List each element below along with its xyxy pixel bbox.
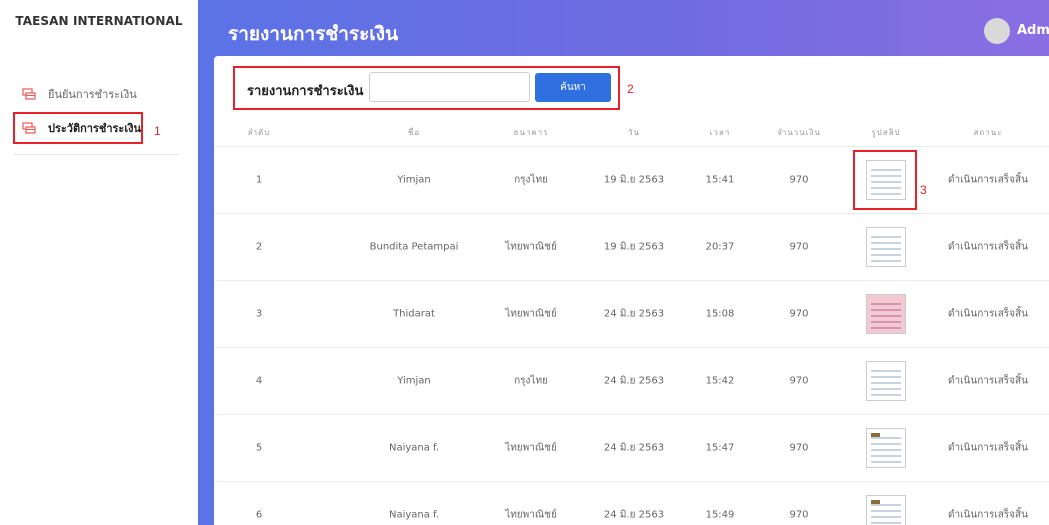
row-divider [214,280,1049,281]
cell-amount: 970 [789,308,809,320]
column-header-amount: จำนวนเงิน [777,128,821,137]
row-divider [214,146,1049,147]
row-divider [214,347,1049,348]
cell-bank: ไทยพาณิชย์ [505,308,557,320]
slip-thumbnail[interactable] [866,495,906,525]
cell-date: 24 มิ.ย 2563 [603,509,665,521]
cell-no: 3 [255,308,263,320]
cell-no: 5 [255,442,263,454]
annotation-number-3: 3 [920,183,927,197]
cell-status: ดำเนินการเสร็จสิ้น [948,442,1028,454]
cell-status: ดำเนินการเสร็จสิ้น [948,241,1028,253]
sidebar: TAESAN INTERNATIONAL ยืนยันการชำระเงิน ป… [0,0,198,525]
avatar[interactable] [984,18,1010,44]
slip-thumbnail[interactable] [866,361,906,401]
user-name[interactable]: Admin [1017,23,1049,38]
slip-thumbnail[interactable] [866,294,906,334]
cell-bank: ไทยพาณิชย์ [505,241,557,253]
row-divider [214,481,1049,482]
cell-date: 24 มิ.ย 2563 [603,308,665,320]
row-divider [214,414,1049,415]
cell-amount: 970 [789,375,809,387]
column-header-name: ชื่อ [407,128,421,137]
sidebar-item-label: ยืนยันการชำระเงิน [48,88,137,101]
cell-amount: 970 [789,241,809,253]
cell-time: 15:42 [705,375,735,387]
slip-thumbnail[interactable] [866,227,906,267]
cell-bank: ไทยพาณิชย์ [505,442,557,454]
cell-no: 2 [255,241,263,253]
cell-bank: กรุงไทย [514,174,548,186]
cell-date: 19 มิ.ย 2563 [603,241,665,253]
annotation-box-3 [853,150,917,210]
annotation-box-2 [233,66,620,110]
page-title: รายงานการชำระเงิน [228,23,399,45]
brand-logo-text: TAESAN INTERNATIONAL [15,14,183,28]
cell-name: Yimjan [397,375,431,387]
column-header-slip: รูปสลิป [871,128,901,137]
cell-name: Naiyana f. [388,442,440,454]
column-header-status: สถานะ [973,128,1003,137]
cell-status: ดำเนินการเสร็จสิ้น [948,308,1028,320]
slip-thumbnail[interactable] [866,428,906,468]
sidebar-item-confirm-payment[interactable]: ยืนยันการชำระเงิน [22,84,137,104]
column-header-date: วัน [628,128,640,137]
column-header-no: ลำดับ [247,128,271,137]
cell-bank: กรุงไทย [514,375,548,387]
column-header-time: เวลา [709,128,731,137]
cell-name: Yimjan [397,174,431,186]
row-divider [214,213,1049,214]
cell-name: Bundita Petampai [369,241,459,253]
cell-no: 4 [255,375,263,387]
cell-time: 15:49 [705,509,735,521]
cell-time: 20:37 [705,241,735,253]
sidebar-divider [14,154,179,155]
cell-date: 24 มิ.ย 2563 [603,375,665,387]
annotation-box-1 [13,112,143,144]
cell-time: 15:47 [705,442,735,454]
cell-amount: 970 [789,174,809,186]
cell-no: 6 [255,509,263,521]
cell-status: ดำเนินการเสร็จสิ้น [948,509,1028,521]
cell-no: 1 [255,174,263,186]
cell-bank: ไทยพาณิชย์ [505,509,557,521]
column-header-bank: ธนาคาร [513,128,549,137]
cell-date: 24 มิ.ย 2563 [603,442,665,454]
cell-status: ดำเนินการเสร็จสิ้น [948,174,1028,186]
cell-time: 15:41 [705,174,735,186]
cell-date: 19 มิ.ย 2563 [603,174,665,186]
cell-time: 15:08 [705,308,735,320]
cell-name: Naiyana f. [388,509,440,521]
cell-status: ดำเนินการเสร็จสิ้น [948,375,1028,387]
annotation-number-1: 1 [154,124,161,138]
annotation-number-2: 2 [627,82,634,96]
payment-card-icon [22,88,36,100]
cell-amount: 970 [789,509,809,521]
cell-amount: 970 [789,442,809,454]
cell-name: Thidarat [393,308,435,320]
